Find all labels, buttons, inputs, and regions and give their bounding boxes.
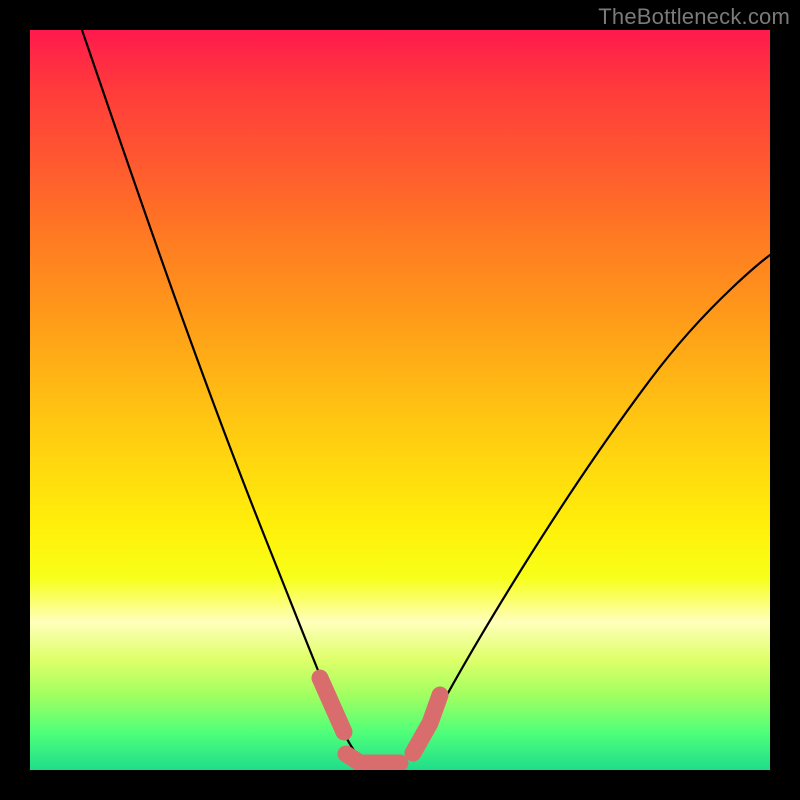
plot-area <box>30 30 770 770</box>
bottleneck-curve <box>82 30 770 767</box>
chart-frame: TheBottleneck.com <box>0 0 800 800</box>
watermark-text: TheBottleneck.com <box>598 4 790 30</box>
curve-layer <box>30 30 770 770</box>
highlight-segment <box>320 678 440 763</box>
